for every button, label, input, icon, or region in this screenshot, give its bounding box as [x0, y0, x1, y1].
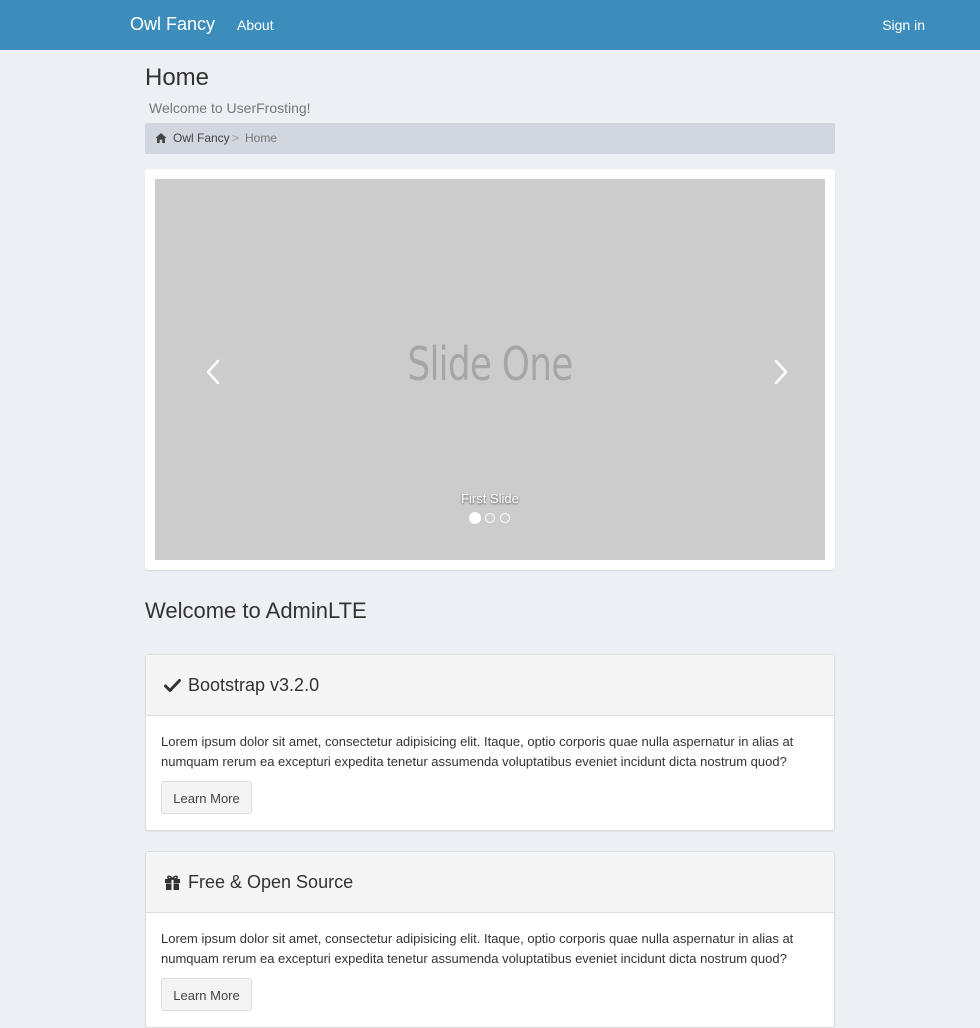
brand-link[interactable]: Owl Fancy — [130, 14, 215, 35]
check-icon — [164, 679, 181, 692]
learn-more-button[interactable]: Learn More — [161, 781, 252, 814]
learn-more-button[interactable]: Learn More — [161, 978, 252, 1011]
carousel[interactable]: Slide One First Slide — [155, 179, 825, 560]
slide-title: Slide One — [407, 337, 573, 391]
breadcrumb-current: Home — [245, 131, 278, 145]
breadcrumb-separator: > — [232, 131, 240, 145]
box-title: Bootstrap v3.2.0 — [188, 675, 320, 695]
box-body-text: Lorem ipsum dolor sit amet, consectetur … — [161, 734, 794, 769]
carousel-box: Slide One First Slide — [145, 169, 835, 570]
gift-icon — [165, 875, 180, 890]
box-body-text: Lorem ipsum dolor sit amet, consectetur … — [161, 931, 794, 966]
page-title: Home — [145, 64, 210, 91]
chevron-right-icon[interactable] — [771, 357, 791, 387]
breadcrumb: Owl Fancy > Home — [145, 123, 835, 154]
carousel-indicator-2[interactable] — [485, 513, 495, 523]
slide-caption: First Slide — [461, 491, 519, 506]
carousel-indicator-3[interactable] — [500, 513, 510, 523]
carousel-indicator-1[interactable] — [469, 512, 481, 524]
page-subtitle: Welcome to UserFrosting! — [149, 100, 311, 116]
box-title: Free & Open Source — [188, 872, 354, 892]
home-icon — [155, 133, 167, 143]
section-title: Welcome to AdminLTE — [145, 598, 367, 623]
box-header: Free & Open Source — [146, 852, 834, 913]
top-navbar: Owl Fancy About Sign in — [0, 0, 980, 50]
sign-in-link[interactable]: Sign in — [882, 17, 925, 33]
chevron-left-icon[interactable] — [203, 357, 223, 387]
breadcrumb-home-link[interactable]: Owl Fancy — [173, 131, 230, 145]
feature-box-bootstrap: Bootstrap v3.2.0 Lorem ipsum dolor sit a… — [145, 654, 835, 831]
box-header: Bootstrap v3.2.0 — [146, 655, 834, 716]
nav-about-link[interactable]: About — [237, 17, 274, 33]
feature-box-open-source: Free & Open Source Lorem ipsum dolor sit… — [145, 851, 835, 1028]
